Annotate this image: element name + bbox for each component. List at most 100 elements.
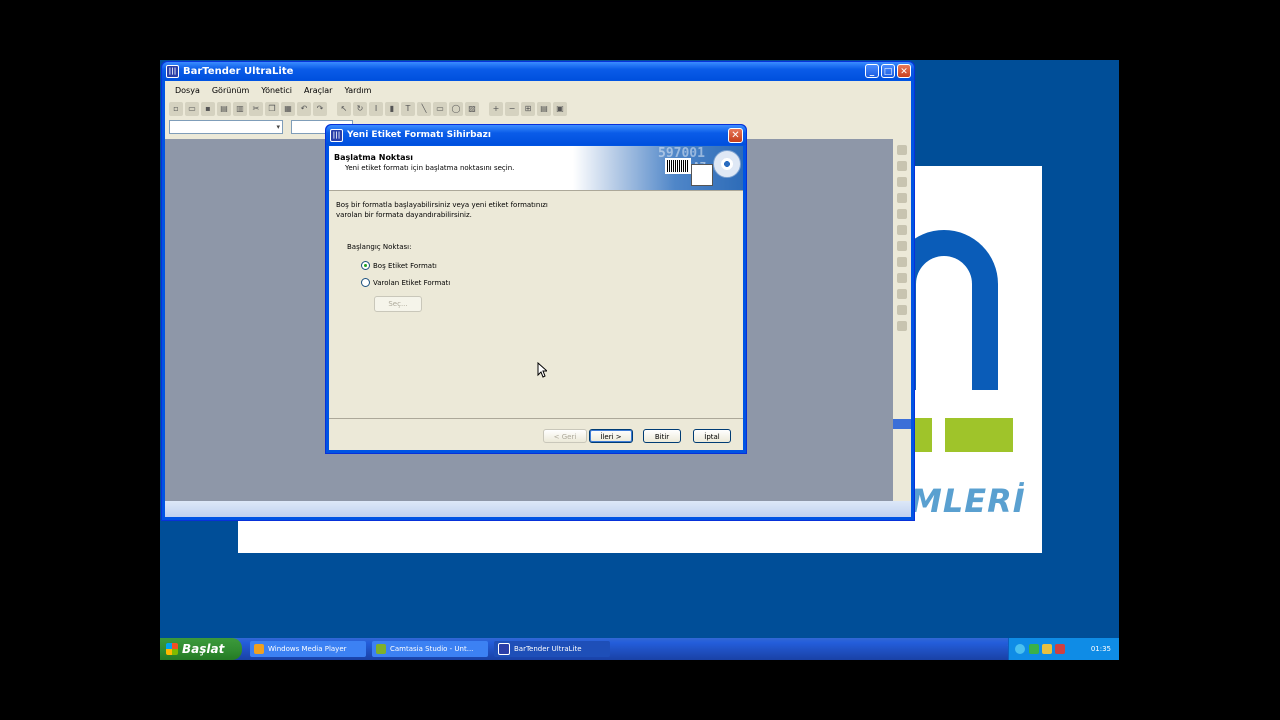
cd-icon [713,150,741,178]
wallpaper-text: MLERİ [910,482,1026,520]
label-icon [691,164,713,186]
pointer-icon[interactable]: ↖ [337,102,351,116]
description-line: Boş bir formatla başlayabilirsiniz veya … [336,201,548,209]
rectangle-tool-icon[interactable]: ▭ [433,102,447,116]
desktop: MLERİ ||| BarTender UltraLite _ □ ✕ Dosy… [160,60,1119,660]
picture-tool-icon[interactable]: ▨ [465,102,479,116]
zoom-in-icon[interactable]: + [489,102,503,116]
select-file-button[interactable]: Seç... [374,296,422,312]
new-icon[interactable]: ▫ [169,102,183,116]
printer-icon[interactable]: ▣ [553,102,567,116]
app-titlebar[interactable]: ||| BarTender UltraLite _ □ ✕ [162,62,914,80]
align-center-icon[interactable] [897,161,907,171]
menu-dosya[interactable]: Dosya [169,86,206,95]
menu-gorunum[interactable]: Görünüm [206,86,255,95]
dialog-titlebar[interactable]: ||| Yeni Etiket Formatı Sihirbazı [326,125,746,145]
task-label: Windows Media Player [268,645,347,653]
mouse-cursor-icon [537,362,547,378]
rotate-icon[interactable]: ↻ [353,102,367,116]
wallpaper-green-bar [945,418,1013,452]
camtasia-icon [376,644,386,654]
wizard-header: Başlatma Noktası Yeni etiket formatı içi… [329,146,743,191]
radio-selected-icon[interactable] [361,261,370,270]
undo-icon[interactable]: ↶ [297,102,311,116]
paste-icon[interactable]: ▦ [281,102,295,116]
task-windows-media-player[interactable]: Windows Media Player [250,641,366,657]
same-height-icon[interactable] [897,289,907,299]
zoom-out-icon[interactable]: − [505,102,519,116]
minimize-button[interactable]: _ [865,64,879,78]
radio-blank-format[interactable]: Boş Etiket Formatı [361,261,437,270]
text-tool-icon[interactable]: T [401,102,415,116]
zoom-fit-icon[interactable]: ⊞ [521,102,535,116]
menu-araclar[interactable]: Araçlar [298,86,338,95]
bartender-icon [498,643,510,655]
print-preview-icon[interactable]: ▥ [233,102,247,116]
menu-yardim[interactable]: Yardım [338,86,377,95]
redo-icon[interactable]: ↷ [313,102,327,116]
text-cursor-icon[interactable]: I [369,102,383,116]
open-icon[interactable]: ▭ [185,102,199,116]
page-setup-icon[interactable]: ▤ [537,102,551,116]
menu-yonetici[interactable]: Yönetici [255,86,298,95]
save-icon[interactable]: ▪ [201,102,215,116]
cancel-button[interactable]: İptal [693,429,731,443]
close-button[interactable]: ✕ [897,64,911,78]
bartender-app-icon: ||| [330,128,343,142]
align-left-icon[interactable] [897,145,907,155]
radio-unselected-icon[interactable] [361,278,370,287]
wizard-banner-image: 597001 A7-11 [573,146,743,190]
copy-icon[interactable]: ❐ [265,102,279,116]
description-line: varolan bir formata dayandırabilirsiniz. [336,211,472,219]
wizard-step-title: Başlatma Noktası [334,153,413,162]
windows-flag-icon [166,643,178,655]
radio-label: Boş Etiket Formatı [373,261,437,270]
barcode-tool-icon[interactable]: ▮ [385,102,399,116]
bartender-app-icon: ||| [166,64,179,78]
dialog-close-button[interactable]: ✕ [728,128,743,143]
print-icon[interactable]: ▤ [217,102,231,116]
line-tool-icon[interactable]: ╲ [417,102,431,116]
maximize-button[interactable]: □ [881,64,895,78]
vertical-scroll-thumb[interactable] [893,419,911,429]
app-title: BarTender UltraLite [183,65,294,77]
taskbar: Başlat Windows Media Player Camtasia Stu… [160,638,1119,660]
same-width-icon[interactable] [897,273,907,283]
align-middle-icon[interactable] [897,209,907,219]
alignment-toolbar [893,139,911,425]
rotate-90-icon[interactable] [897,305,907,315]
system-tray: 01:35 [1008,638,1119,660]
network-icon[interactable] [1029,644,1039,654]
task-label: Camtasia Studio - Unt... [390,645,474,653]
start-label: Başlat [182,642,225,656]
security-icon[interactable] [1055,644,1065,654]
distribute-icon[interactable] [897,241,907,251]
radio-label: Varolan Etiket Formatı [373,278,451,287]
center-page-icon[interactable] [897,257,907,267]
volume-icon[interactable] [1042,644,1052,654]
align-bottom-icon[interactable] [897,225,907,235]
finish-button[interactable]: Bitir [643,429,681,443]
font-combo[interactable]: ▾ [169,120,283,134]
clock[interactable]: 01:35 [1091,645,1111,653]
radio-existing-format[interactable]: Varolan Etiket Formatı [361,278,450,287]
align-right-icon[interactable] [897,177,907,187]
cut-icon[interactable]: ✂ [249,102,263,116]
ellipse-tool-icon[interactable]: ◯ [449,102,463,116]
horizontal-scrollbar[interactable] [165,501,911,517]
dialog-body: Başlatma Noktası Yeni etiket formatı içi… [329,146,743,450]
start-button[interactable]: Başlat [160,638,242,660]
main-toolbar: ▫ ▭ ▪ ▤ ▥ ✂ ❐ ▦ ↶ ↷ ↖ ↻ I ▮ T ╲ ▭ ◯ ▨ + … [165,99,911,119]
wallpaper-green-bar [912,418,932,452]
task-label: BarTender UltraLite [514,645,582,653]
task-bartender[interactable]: BarTender UltraLite [494,641,610,657]
task-camtasia[interactable]: Camtasia Studio - Unt... [372,641,488,657]
back-button[interactable]: < Geri [543,429,587,443]
start-point-label: Başlangıç Noktası: [347,243,412,251]
next-button[interactable]: İleri > [589,429,633,443]
divider [329,418,743,419]
rotate-180-icon[interactable] [897,321,907,331]
wizard-step-subtitle: Yeni etiket formatı için başlatma noktas… [345,164,515,172]
tray-expand-icon[interactable] [1015,644,1025,654]
align-top-icon[interactable] [897,193,907,203]
